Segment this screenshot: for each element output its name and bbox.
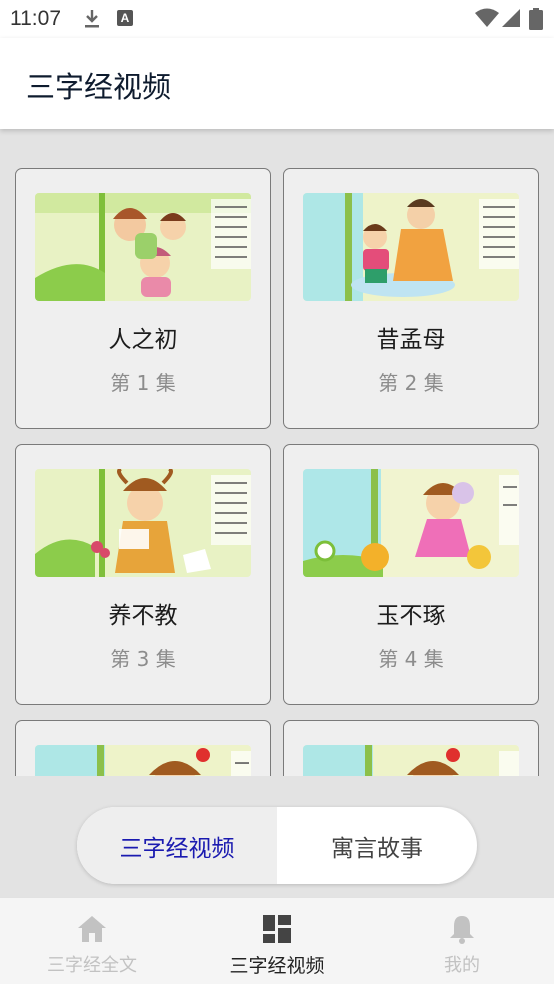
nav-label: 三字经视频 (229, 955, 325, 977)
episode-title: 养不教 (108, 603, 178, 629)
episode-title: 人之初 (108, 327, 178, 353)
bottom-nav: 三字经全文 三字经视频 我的 (0, 897, 554, 984)
episode-title: 昔孟母 (376, 327, 446, 353)
episode-grid[interactable]: 人之初 第 1 集 昔孟母 第 2 集 养不教 第 3 集 玉不琢 第 4 集 (15, 168, 539, 776)
nav-item-video[interactable]: 三字经视频 (185, 898, 369, 984)
nav-label: 我的 (444, 955, 480, 976)
episode-card[interactable] (15, 720, 271, 776)
dashboard-icon (263, 915, 291, 943)
episode-thumbnail (35, 745, 251, 776)
battery-icon (529, 8, 543, 30)
category-segmented-control[interactable]: 三字经视频 寓言故事 (77, 807, 477, 884)
page-title: 三字经视频 (26, 70, 172, 104)
app-bar: 三字经视频 (0, 38, 554, 129)
nav-label: 三字经全文 (47, 955, 137, 976)
episode-thumbnail (303, 469, 519, 577)
episode-thumbnail (35, 193, 251, 301)
episode-number: 第 2 集 (378, 371, 444, 395)
segment-sanzijing-video[interactable]: 三字经视频 (77, 807, 277, 884)
episode-card[interactable]: 人之初 第 1 集 (15, 168, 271, 429)
bell-icon (450, 916, 474, 944)
nav-item-mine[interactable]: 我的 (370, 898, 554, 984)
episode-number: 第 4 集 (378, 647, 444, 671)
episode-thumbnail (303, 193, 519, 301)
home-icon (78, 916, 106, 942)
episode-thumbnail (303, 745, 519, 776)
episode-title: 玉不琢 (376, 603, 446, 629)
episode-number: 第 1 集 (110, 371, 176, 395)
episode-card[interactable] (283, 720, 539, 776)
episode-card[interactable]: 养不教 第 3 集 (15, 444, 271, 705)
a-notification-icon: A (117, 10, 133, 26)
main-content[interactable]: 人之初 第 1 集 昔孟母 第 2 集 养不教 第 3 集 玉不琢 第 4 集 … (0, 129, 554, 897)
nav-item-full-text[interactable]: 三字经全文 (0, 898, 184, 984)
episode-card[interactable]: 玉不琢 第 4 集 (283, 444, 539, 705)
episode-thumbnail (35, 469, 251, 577)
wifi-icon (475, 8, 499, 27)
download-icon (85, 10, 99, 28)
segment-fables[interactable]: 寓言故事 (277, 807, 477, 884)
episode-card[interactable]: 昔孟母 第 2 集 (283, 168, 539, 429)
episode-number: 第 3 集 (110, 647, 176, 671)
signal-icon (502, 9, 520, 27)
status-time: 11:07 (10, 7, 61, 30)
status-bar: 11:07 A (0, 0, 554, 38)
